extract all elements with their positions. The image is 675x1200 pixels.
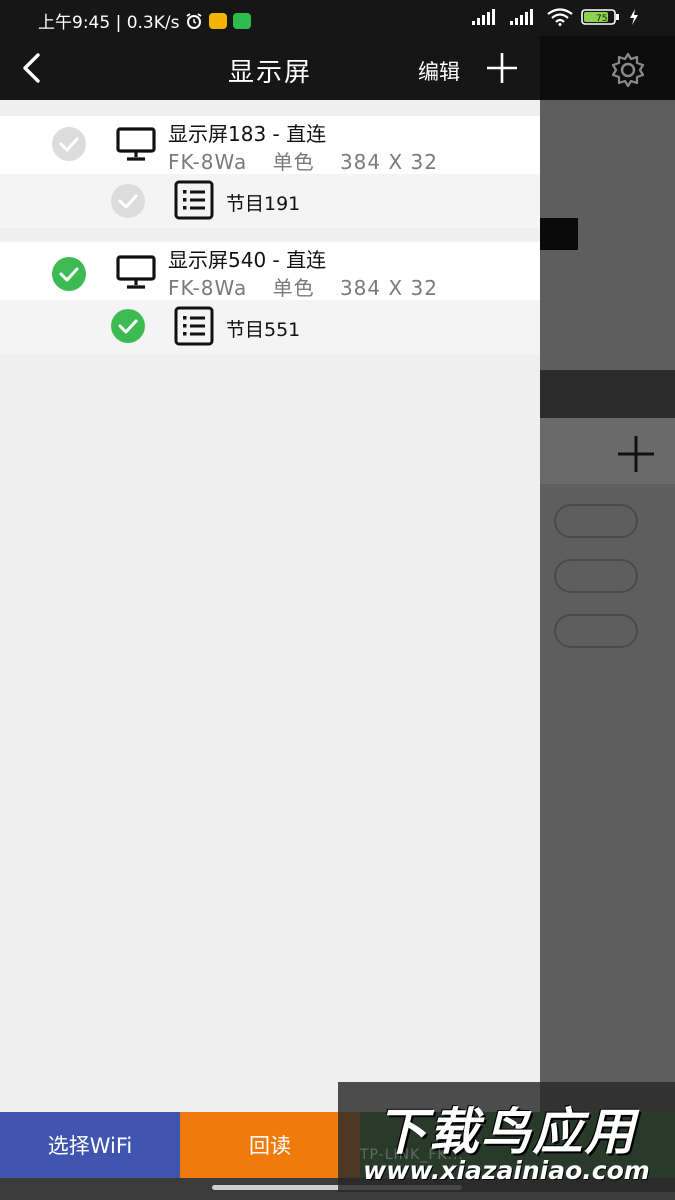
device-name: 显示屏183 - 直连 <box>168 122 327 146</box>
battery-icon: 75 <box>581 9 619 25</box>
background-band <box>540 370 675 418</box>
charging-icon <box>630 9 638 25</box>
device-check-icon[interactable] <box>51 126 87 162</box>
program-row[interactable]: 节目191 <box>0 174 540 228</box>
device-color-mode: 单色 <box>272 150 315 174</box>
device-spec: FK-8Wa 单色 384 X 32 <box>168 272 456 301</box>
status-time-network: 上午9:45 | 0.3K/s <box>38 13 180 33</box>
add-icon[interactable] <box>484 50 520 86</box>
status-bar: 上午9:45 | 0.3K/s 75 <box>0 0 675 36</box>
device-model: FK-8Wa <box>168 150 248 174</box>
program-name: 节目551 <box>226 319 301 341</box>
device-resolution: 384 X 32 <box>339 276 438 300</box>
monitor-icon <box>116 255 156 289</box>
settings-gear-icon[interactable] <box>608 50 648 90</box>
device-resolution: 384 X 32 <box>339 150 438 174</box>
background-toggle[interactable] <box>554 504 638 538</box>
signal-icon <box>472 9 495 25</box>
program-row[interactable]: 节目551 <box>0 300 540 354</box>
program-check-icon[interactable] <box>110 308 146 344</box>
notes-app-icon <box>209 12 228 29</box>
program-list-icon <box>174 306 214 346</box>
device-check-icon[interactable] <box>51 256 87 292</box>
faded-wifi-label: TP-LINK_FK... <box>360 1147 464 1163</box>
alarm-icon <box>186 12 202 29</box>
drawer-header: 显示屏 编辑 <box>0 36 540 100</box>
device-model: FK-8Wa <box>168 276 248 300</box>
device-row[interactable]: 显示屏540 - 直连 FK-8Wa 单色 384 X 32 <box>0 242 540 300</box>
wifi-icon <box>547 8 573 26</box>
program-check-icon[interactable] <box>110 183 146 219</box>
select-wifi-button[interactable]: 选择WiFi <box>0 1112 180 1178</box>
background-toggle[interactable] <box>554 559 638 593</box>
signal-hd-icon <box>510 9 533 25</box>
edit-button[interactable]: 编辑 <box>418 56 460 86</box>
program-name: 节目191 <box>226 193 301 215</box>
status-right: 75 <box>471 8 639 26</box>
wechat-app-icon <box>233 12 252 29</box>
display-drawer: 显示屏 编辑 显示屏183 - 直连 FK-8Wa 单色 384 X 32 节目… <box>0 36 540 1200</box>
background-block <box>540 218 578 250</box>
battery-level-text: 75 <box>596 14 607 24</box>
background-toggle[interactable] <box>554 614 638 648</box>
device-row[interactable]: 显示屏183 - 直连 FK-8Wa 单色 384 X 32 <box>0 116 540 174</box>
watermark: 下载鸟应用 www.xiazainiao.com <box>338 1082 675 1192</box>
readback-button[interactable]: 回读 <box>180 1112 360 1178</box>
device-name: 显示屏540 - 直连 <box>168 248 327 272</box>
program-list-icon <box>174 180 214 220</box>
device-spec: FK-8Wa 单色 384 X 32 <box>168 146 456 175</box>
status-left: 上午9:45 | 0.3K/s <box>38 8 252 33</box>
background-add-icon[interactable] <box>614 432 658 476</box>
monitor-icon <box>116 127 156 161</box>
device-color-mode: 单色 <box>272 276 315 300</box>
